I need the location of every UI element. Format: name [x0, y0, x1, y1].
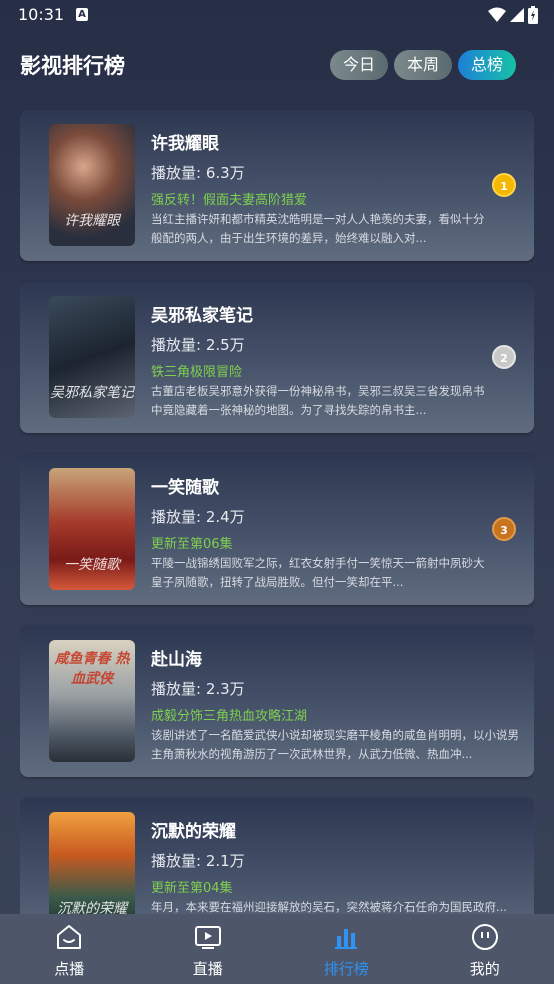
- ranking-chart-icon: [335, 929, 358, 949]
- poster-image: 一笑随歌: [49, 468, 135, 590]
- nav-item-profile[interactable]: 我的: [416, 914, 554, 984]
- rank-badge: 3: [492, 517, 516, 541]
- battery-icon: [528, 6, 538, 24]
- item-plays: 播放量: 2.1万: [151, 852, 245, 870]
- nav-label: 点播: [54, 960, 85, 978]
- item-title: 吴邪私家笔记: [151, 306, 253, 326]
- item-plays: 播放量: 2.5万: [151, 336, 245, 354]
- item-title: 沉默的荣耀: [151, 822, 236, 842]
- list-item[interactable]: 吴邪私家笔记 吴邪私家笔记 播放量: 2.5万 铁三角极限冒险 古董店老板吴邪意…: [20, 282, 534, 433]
- list-item[interactable]: 咸鱼青春 热血武侠 赴山海 播放量: 2.3万 成毅分饰三角热血攻略江湖 该剧讲…: [20, 626, 534, 777]
- item-description: 当红主播许妍和都市精英沈皓明是一对人人艳羡的夫妻，看似十分般配的两人，由于出生环…: [151, 212, 485, 245]
- item-plays: 播放量: 2.4万: [151, 508, 245, 526]
- tab-today[interactable]: 今日: [329, 50, 388, 80]
- nav-label: 我的: [469, 960, 500, 978]
- item-description: 年月，本来要在福州迎接解放的吴石，突然被蒋介石任命为国民政府...: [151, 900, 507, 914]
- item-plays: 播放量: 6.3万: [151, 164, 245, 182]
- item-tag: 更新至第04集: [151, 881, 233, 896]
- rank-badge: 2: [492, 345, 516, 369]
- item-tag: 成毅分饰三角热血攻略江湖: [151, 709, 308, 724]
- item-plays: 播放量: 2.3万: [151, 680, 245, 698]
- list-item[interactable]: 一笑随歌 一笑随歌 播放量: 2.4万 更新至第06集 平陵一战锦绣国败军之际，…: [20, 454, 534, 605]
- poster-text: 一笑随歌: [64, 557, 120, 573]
- poster-image: 许我耀眼: [49, 124, 135, 246]
- poster-text: 吴邪私家笔记: [50, 385, 134, 401]
- profile-face-icon: [471, 924, 498, 950]
- tab-week[interactable]: 本周: [393, 50, 452, 80]
- nav-label: 排行榜: [323, 960, 369, 978]
- rank-badge: 1: [492, 173, 516, 197]
- ranking-list[interactable]: 许我耀眼 许我耀眼 播放量: 6.3万 强反转！假面夫妻高阶猎爱 当红主播许妍和…: [20, 110, 534, 914]
- status-time: 10:31: [18, 5, 65, 24]
- bottom-nav: 点播 直播 排行榜 我的: [0, 914, 554, 984]
- status-icons: [488, 6, 538, 24]
- nav-item-ranking[interactable]: 排行榜: [277, 914, 416, 984]
- item-title: 许我耀眼: [151, 134, 219, 154]
- list-item[interactable]: 许我耀眼 许我耀眼 播放量: 6.3万 强反转！假面夫妻高阶猎爱 当红主播许妍和…: [20, 110, 534, 261]
- poster-image: 沉默的荣耀: [49, 812, 135, 914]
- poster-text: 许我耀眼: [64, 213, 120, 229]
- home-icon: [57, 925, 82, 949]
- list-item[interactable]: 沉默的荣耀 沉默的荣耀 播放量: 2.1万 更新至第04集 年月，本来要在福州迎…: [20, 798, 534, 914]
- poster-image: 咸鱼青春 热血武侠: [49, 640, 135, 762]
- item-description: 该剧讲述了一名酷爱武侠小说却被现实磨平棱角的咸鱼肖明明，以小说男主角萧秋水的视角…: [151, 728, 519, 761]
- tab-overall[interactable]: 总榜: [457, 50, 516, 80]
- header: 影视排行榜 今日 本周 总榜: [0, 44, 554, 88]
- item-tag: 更新至第06集: [151, 537, 233, 552]
- item-title: 一笑随歌: [151, 478, 219, 498]
- live-tv-icon: [194, 926, 221, 949]
- ranking-tabs: 今日 本周 总榜: [329, 50, 516, 80]
- notification-a-icon: A: [76, 8, 88, 21]
- nav-item-vod[interactable]: 点播: [0, 914, 139, 984]
- nav-label: 直播: [192, 960, 223, 978]
- item-tag: 强反转！假面夫妻高阶猎爱: [151, 193, 308, 208]
- poster-text: 沉默的荣耀: [57, 901, 127, 914]
- item-description: 平陵一战锦绣国败军之际，红衣女射手付一笑惊天一箭射中夙砂大皇子夙随歌，扭转了战局…: [151, 556, 485, 589]
- item-tag: 铁三角极限冒险: [151, 365, 243, 380]
- wifi-icon: [488, 7, 506, 22]
- nav-item-live[interactable]: 直播: [139, 914, 278, 984]
- poster-text: 咸鱼青春 热血武侠: [54, 651, 130, 687]
- signal-icon: [510, 8, 524, 22]
- status-bar: 10:31 A: [0, 0, 554, 30]
- page-title: 影视排行榜: [20, 54, 125, 78]
- item-description: 古董店老板吴邪意外获得一份神秘帛书，吴邪三叔吴三省发现帛书中竟隐藏着一张神秘的地…: [151, 384, 485, 417]
- poster-image: 吴邪私家笔记: [49, 296, 135, 418]
- item-title: 赴山海: [151, 650, 202, 670]
